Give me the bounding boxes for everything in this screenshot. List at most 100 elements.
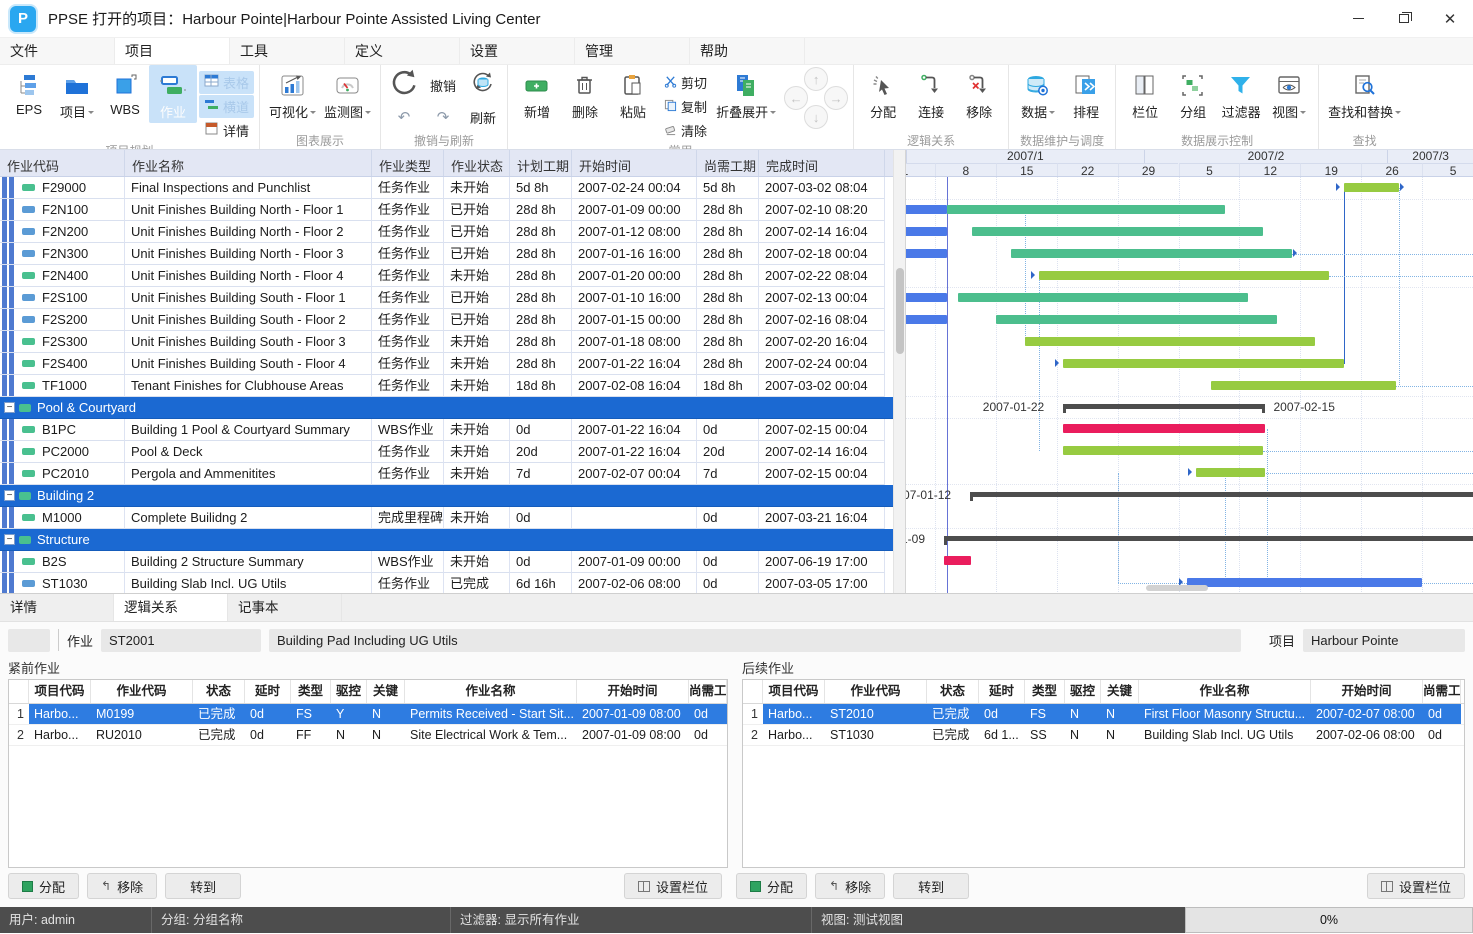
column-header[interactable]: 作业名称	[125, 150, 372, 176]
rel-column-header[interactable]	[9, 680, 29, 703]
details-tab-详情[interactable]: 详情	[0, 594, 114, 621]
rel-column-header[interactable]: 尚需工	[1423, 680, 1461, 703]
rel-column-header[interactable]: 关键	[1101, 680, 1139, 703]
table-row[interactable]: F2S100Unit Finishes Building South - Flo…	[0, 287, 893, 309]
table-view-button[interactable]: 表格	[199, 71, 254, 94]
column-header[interactable]: 尚需工期	[697, 150, 759, 176]
gantt-bar-critical[interactable]	[1063, 424, 1266, 433]
table-row[interactable]: F2N200Unit Finishes Building North - Flo…	[0, 221, 893, 243]
rel-column-header[interactable]: 作业名称	[405, 680, 577, 703]
restore-button[interactable]	[1381, 0, 1427, 37]
move-down-button[interactable]: ↓	[804, 105, 828, 129]
rel-column-header[interactable]: 状态	[193, 680, 245, 703]
rel-column-header[interactable]: 开始时间	[577, 680, 689, 703]
gantt-bar-progress[interactable]	[996, 315, 1277, 324]
pred-remove-button[interactable]: ↰移除	[87, 873, 157, 899]
column-header[interactable]: 作业类型	[372, 150, 444, 176]
wbs-button[interactable]: WBS	[101, 65, 149, 119]
table-row[interactable]: M1000Complete Builidng 2完成里程碑未开始0d0d2007…	[0, 507, 893, 529]
menu-tab-项目[interactable]: 项目	[115, 38, 230, 64]
timescale-week[interactable]: 5	[1422, 163, 1473, 177]
copy-button[interactable]: 复制	[659, 95, 712, 118]
gantt-bar-actual[interactable]	[906, 249, 947, 258]
table-row[interactable]: F2N300Unit Finishes Building North - Flo…	[0, 243, 893, 265]
connect-button[interactable]: 连接	[907, 65, 955, 123]
timescale-week[interactable]: 1	[906, 163, 935, 177]
gantt-bar-planned[interactable]	[1196, 468, 1266, 477]
assign-button[interactable]: 分配	[859, 65, 907, 123]
rel-column-header[interactable]: 开始时间	[1311, 680, 1423, 703]
gantt-bar-progress[interactable]	[947, 205, 1225, 214]
cut-button[interactable]: 剪切	[659, 71, 712, 94]
undo-label[interactable]: 撤销	[430, 76, 456, 95]
activity-name-field[interactable]: Building Pad Including UG Utils	[269, 629, 1241, 652]
gantt-bar-planned[interactable]	[1039, 271, 1329, 280]
details-tab-记事本[interactable]: 记事本	[228, 594, 342, 621]
menu-tab-工具[interactable]: 工具	[230, 38, 345, 64]
rel-column-header[interactable]: 延时	[979, 680, 1025, 703]
blank-button[interactable]	[8, 629, 50, 652]
table-row[interactable]: TF1000Tenant Finishes for Clubhouse Area…	[0, 375, 893, 397]
monitor-button[interactable]: 监测图	[320, 65, 375, 123]
relationship-row[interactable]: 2Harbo...ST1030已完成6d 1...SSNNBuilding Sl…	[743, 725, 1464, 746]
timescale-week[interactable]: 26	[1361, 163, 1422, 177]
rel-column-header[interactable]: 延时	[245, 680, 291, 703]
rel-column-header[interactable]: 类型	[1025, 680, 1065, 703]
activity-id-field[interactable]: ST2001	[101, 629, 261, 652]
details-tab-逻辑关系[interactable]: 逻辑关系	[114, 594, 228, 621]
column-header[interactable]: 作业代码	[0, 150, 125, 176]
gantt-bar-progress[interactable]	[972, 227, 1263, 236]
table-row[interactable]: F29000Final Inspections and Punchlist任务作…	[0, 177, 893, 199]
table-row[interactable]: B2SBuilding 2 Structure SummaryWBS作业未开始0…	[0, 551, 893, 573]
vertical-scrollbar[interactable]	[893, 150, 905, 593]
delete-button[interactable]: 删除	[561, 65, 609, 123]
schedule-button[interactable]: 排程	[1062, 65, 1110, 123]
minimize-button[interactable]	[1335, 0, 1381, 37]
redo-arrow-button[interactable]: ↷	[437, 108, 450, 126]
rel-column-header[interactable]: 状态	[927, 680, 979, 703]
pred-goto-button[interactable]: 转到	[165, 873, 241, 899]
bar-view-button[interactable]: 横道	[199, 95, 254, 118]
remove-link-button[interactable]: 移除	[955, 65, 1003, 123]
gantt-bar-summary[interactable]	[944, 536, 1473, 541]
rel-column-header[interactable]: 作业代码	[825, 680, 927, 703]
table-row[interactable]: F2S300Unit Finishes Building South - Flo…	[0, 331, 893, 353]
find-replace-button[interactable]: 查找和替换	[1324, 65, 1405, 123]
move-up-button[interactable]: ↑	[804, 67, 828, 91]
timescale-month[interactable]: 2007/2	[1144, 150, 1388, 163]
gantt-bar-planned[interactable]	[1211, 381, 1396, 390]
move-right-button[interactable]: →	[824, 86, 848, 110]
succ-goto-button[interactable]: 转到	[893, 873, 969, 899]
table-row[interactable]: F2N400Unit Finishes Building North - Flo…	[0, 265, 893, 287]
gantt-bar-progress[interactable]	[1011, 249, 1292, 258]
group-row[interactable]: −Building 2	[0, 485, 893, 507]
project-field[interactable]: Harbour Pointe	[1303, 629, 1465, 652]
menu-tab-帮助[interactable]: 帮助	[690, 38, 805, 64]
gantt-bar-critical[interactable]	[944, 556, 972, 565]
timescale-week[interactable]: 8	[935, 163, 996, 177]
succ-remove-button[interactable]: ↰移除	[815, 873, 885, 899]
gantt-bar-summary[interactable]	[1063, 404, 1266, 409]
rel-column-header[interactable]: 驱控	[1065, 680, 1101, 703]
gantt-bar-actual[interactable]	[906, 227, 947, 236]
timescale-week[interactable]: 15	[996, 163, 1057, 177]
rel-column-header[interactable]: 尚需工	[689, 680, 727, 703]
table-row[interactable]: F2S200Unit Finishes Building South - Flo…	[0, 309, 893, 331]
table-row[interactable]: F2S400Unit Finishes Building South - Flo…	[0, 353, 893, 375]
scrollbar-thumb[interactable]	[896, 268, 904, 354]
data-button[interactable]: 数据	[1014, 65, 1062, 123]
pred-set-columns-button[interactable]: 设置栏位	[624, 873, 722, 899]
menu-tab-设置[interactable]: 设置	[460, 38, 575, 64]
rel-column-header[interactable]: 项目代码	[29, 680, 91, 703]
succ-assign-button[interactable]: 分配	[736, 873, 807, 899]
table-row[interactable]: B1PCBuilding 1 Pool & Courtyard SummaryW…	[0, 419, 893, 441]
refresh-button[interactable]: 刷新	[470, 108, 496, 127]
rel-column-header[interactable]: 类型	[291, 680, 331, 703]
grouping-button[interactable]: 分组	[1169, 65, 1217, 123]
rel-column-header[interactable]: 项目代码	[763, 680, 825, 703]
view-button[interactable]: 视图	[1265, 65, 1313, 123]
rel-column-header[interactable]: 驱控	[331, 680, 367, 703]
timescale-week[interactable]: 22	[1057, 163, 1118, 177]
gantt-bar-actual[interactable]	[1187, 578, 1422, 587]
column-header[interactable]: 完成时间	[759, 150, 885, 176]
